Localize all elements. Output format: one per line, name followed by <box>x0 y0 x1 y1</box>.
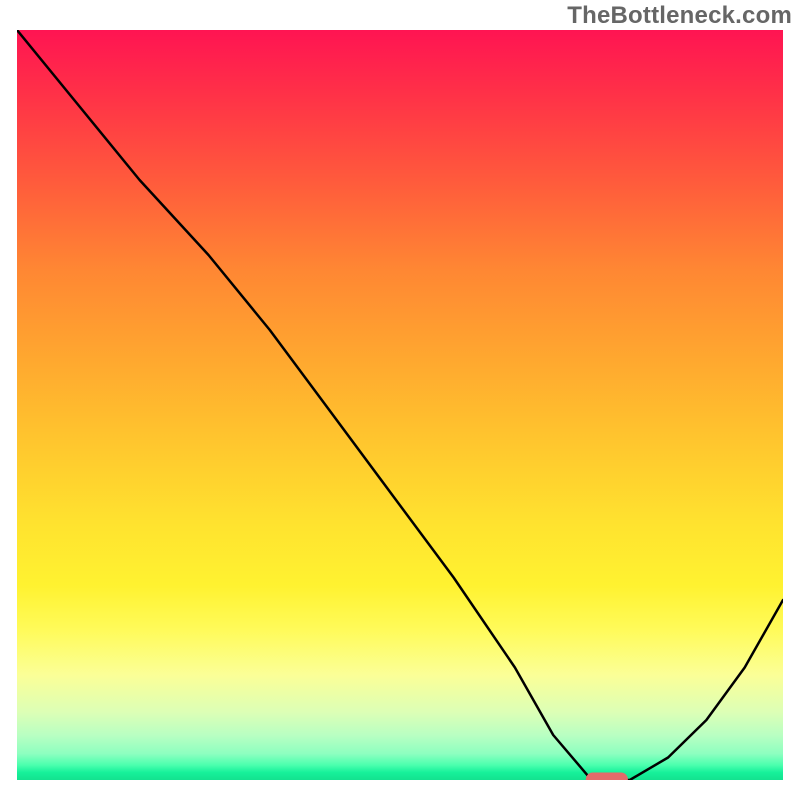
plot-area <box>17 30 783 780</box>
chart-stage: TheBottleneck.com <box>0 0 800 800</box>
watermark-text: TheBottleneck.com <box>567 2 792 30</box>
optimal-marker <box>586 773 628 781</box>
curve-layer <box>17 30 783 780</box>
bottleneck-curve <box>17 30 783 780</box>
